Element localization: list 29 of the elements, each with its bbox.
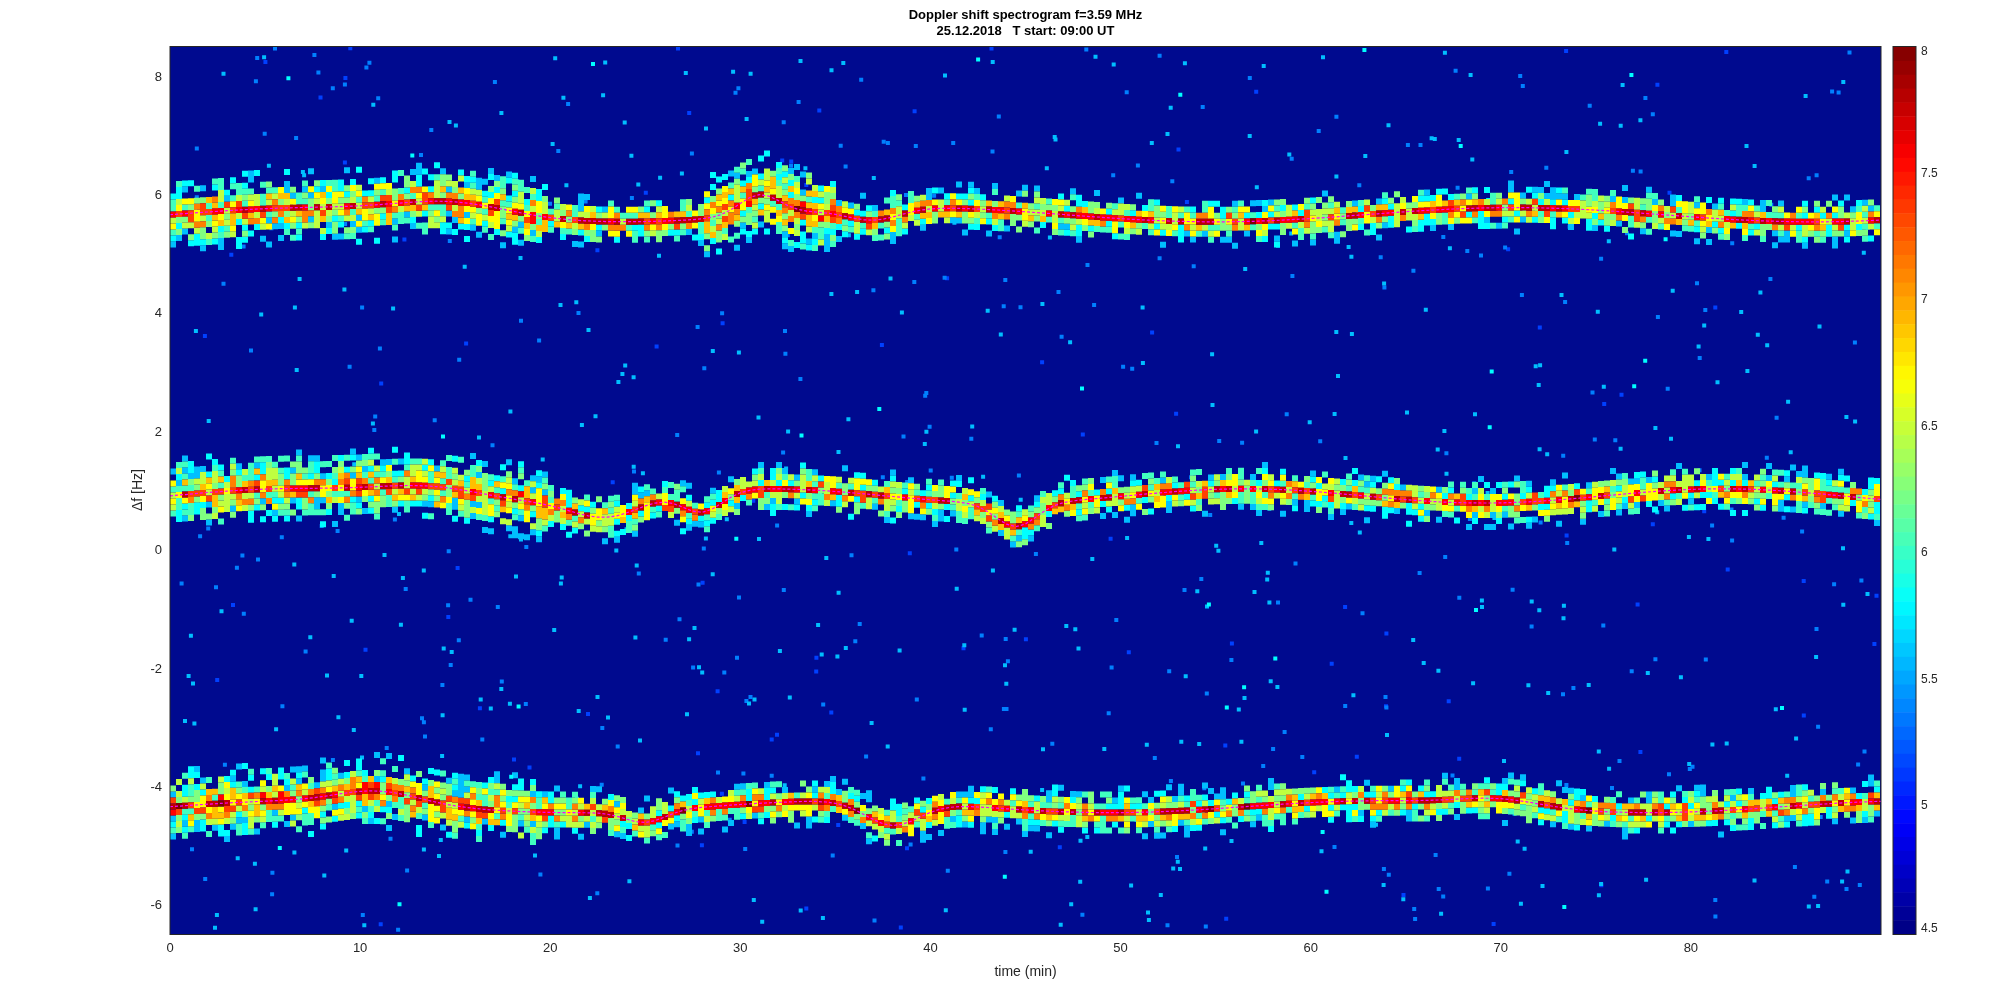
colorbar-tick-label: 8 — [1921, 46, 1928, 58]
y-tick-label: -4 — [150, 779, 162, 794]
y-tick-label: 2 — [154, 423, 162, 439]
x-tick-label: 10 — [352, 940, 368, 955]
chart-subtitle: 25.12.2018 T start: 09:00 UT — [936, 23, 1115, 39]
x-tick-label: 30 — [733, 940, 748, 955]
colorbar-tick-label: 7 — [1921, 292, 1928, 307]
y-tick-label: 4 — [154, 305, 162, 321]
y-tick-label: 0 — [154, 542, 162, 558]
x-tick-label: 80 — [1683, 940, 1699, 955]
colorbar-tick-label: 6.5 — [1921, 418, 1938, 433]
colorbar-tick-label: 5 — [1921, 798, 1928, 813]
colorbar-tick-label: 6 — [1921, 545, 1928, 560]
chart-title: Doppler shift spectrogram f=3.59 MHz — [908, 7, 1143, 23]
y-axis-label: Δf [Hz] — [129, 469, 145, 511]
x-tick-label: 40 — [923, 940, 938, 955]
colorbar-tick-label: 4.5 — [1921, 921, 1938, 935]
x-tick-label: 20 — [543, 940, 558, 955]
x-axis-label: time (min) — [994, 963, 1057, 979]
x-tick-label: 50 — [1113, 940, 1128, 955]
colorbar-tick-label: 7.5 — [1921, 165, 1938, 180]
x-tick-label: 60 — [1303, 940, 1318, 955]
y-tick-label: -6 — [150, 897, 162, 913]
y-tick-label: 8 — [154, 68, 162, 84]
y-tick-label: -2 — [150, 660, 162, 676]
y-tick-label: 6 — [154, 187, 162, 202]
x-tick-label: 0 — [166, 940, 174, 955]
colorbar-tick-label: 5.5 — [1921, 671, 1938, 686]
x-tick-label: 70 — [1493, 940, 1508, 955]
